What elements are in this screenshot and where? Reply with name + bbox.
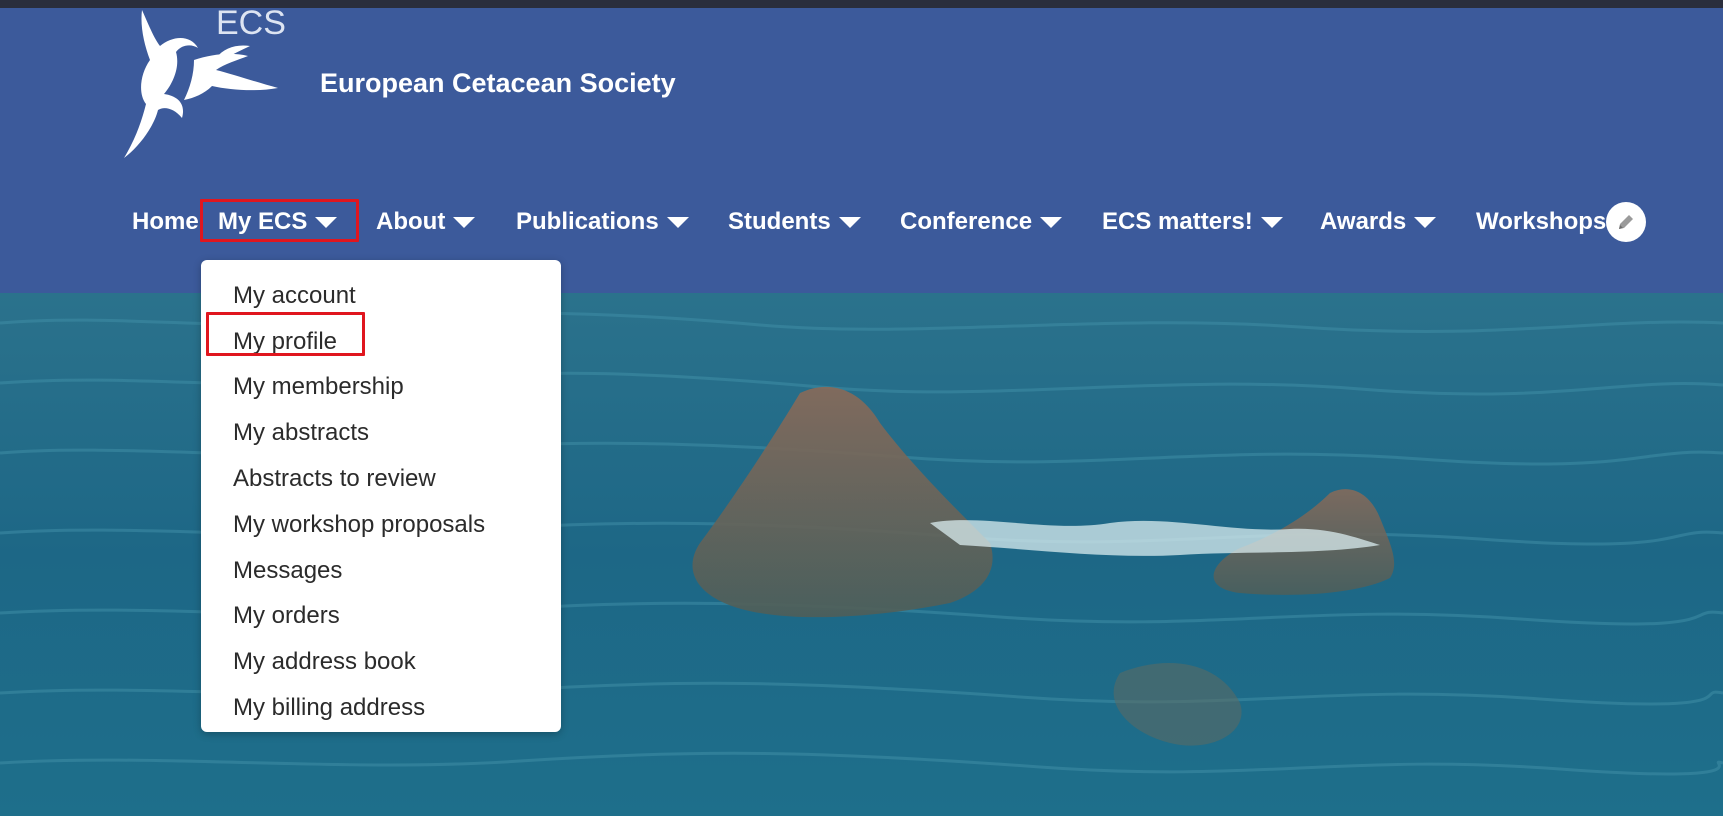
menu-item-abstracts-to-review[interactable]: Abstracts to review	[201, 456, 561, 502]
nav-home[interactable]: Home	[132, 196, 199, 248]
nav-workshops-label: Workshops	[1476, 208, 1607, 235]
pencil-glyph-icon	[1619, 215, 1633, 229]
nav-ecs-matters[interactable]: ECS matters!	[1102, 196, 1283, 248]
nav-about-label: About	[376, 208, 446, 235]
site-header: ECS European Cetacean Society	[0, 4, 1723, 293]
menu-item-my-membership[interactable]: My membership	[201, 365, 561, 411]
menu-item-my-address-book[interactable]: My address book	[201, 639, 561, 685]
nav-conference[interactable]: Conference	[900, 196, 1063, 248]
menu-item-my-orders[interactable]: My orders	[201, 594, 561, 640]
nav-awards-label: Awards	[1320, 208, 1407, 235]
caret-down-icon	[838, 216, 861, 228]
site-logo[interactable]: ECS	[120, 4, 320, 183]
nav-home-label: Home	[132, 208, 199, 235]
nav-about[interactable]: About	[376, 196, 476, 248]
nav-students-label: Students	[728, 208, 831, 235]
nav-ecs-matters-label: ECS matters!	[1102, 208, 1253, 235]
site-title[interactable]: European Cetacean Society	[320, 68, 676, 99]
nav-workshops[interactable]: Workshops	[1476, 196, 1606, 248]
nav-publications[interactable]: Publications	[516, 196, 689, 248]
highlight-my-profile	[206, 312, 365, 356]
menu-item-my-billing-address[interactable]: My billing address	[201, 685, 561, 731]
menu-item-my-abstracts[interactable]: My abstracts	[201, 410, 561, 456]
caret-down-icon	[453, 216, 476, 228]
nav-awards[interactable]: Awards	[1320, 196, 1437, 248]
menu-item-messages[interactable]: Messages	[201, 548, 561, 594]
pencil-icon[interactable]	[1606, 202, 1646, 242]
menu-item-my-workshop-proposals[interactable]: My workshop proposals	[201, 502, 561, 548]
nav-publications-label: Publications	[516, 208, 659, 235]
caret-down-icon	[1260, 216, 1283, 228]
caret-down-icon	[1414, 216, 1437, 228]
highlight-my-ecs	[200, 199, 359, 242]
caret-down-icon	[1040, 216, 1063, 228]
nav-students[interactable]: Students	[728, 196, 861, 248]
nav-conference-label: Conference	[900, 208, 1033, 235]
caret-down-icon	[666, 216, 689, 228]
logo-abbreviation: ECS	[216, 4, 286, 42]
